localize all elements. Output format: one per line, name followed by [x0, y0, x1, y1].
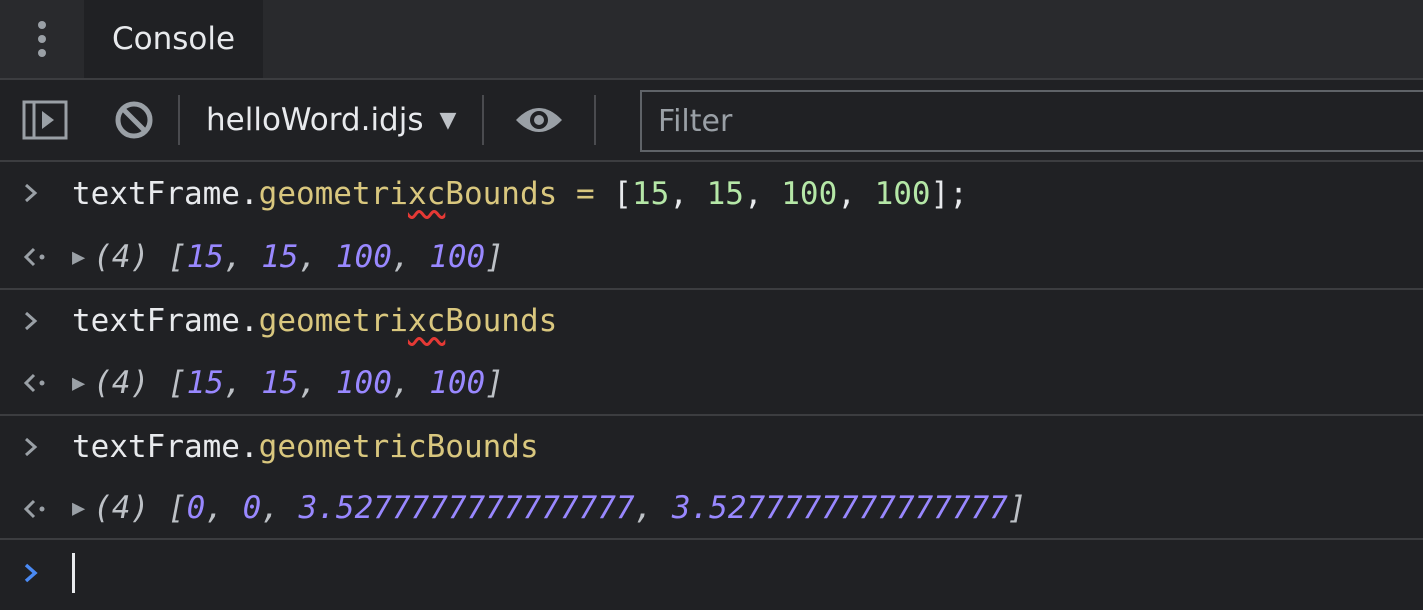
spelling-error-squiggle: xc — [407, 176, 446, 212]
console-result-line: ▶ (4) [15, 15, 100, 100] — [0, 226, 1423, 290]
console-messages: textFrame. geometri xc Bounds = [15, 15, 10… — [0, 162, 1423, 606]
clear-console-icon[interactable] — [90, 100, 178, 140]
filter-input[interactable] — [656, 102, 1423, 140]
kebab-menu-icon[interactable] — [0, 0, 84, 78]
tab-console[interactable]: Console — [84, 0, 264, 78]
console-prompt[interactable] — [0, 540, 1423, 606]
filter-box — [640, 90, 1423, 152]
result-arrow-icon — [22, 352, 48, 414]
expand-triangle-icon[interactable]: ▶ — [72, 245, 85, 270]
input-prompt-icon — [22, 162, 40, 224]
context-selector[interactable]: helloWord.idjs ▼ — [180, 102, 482, 138]
toolbar-divider — [594, 95, 597, 145]
active-prompt-icon — [22, 540, 40, 606]
input-prompt-icon — [22, 290, 40, 352]
chevron-down-icon: ▼ — [439, 107, 457, 133]
input-prompt-icon — [22, 416, 40, 478]
expand-triangle-icon[interactable]: ▶ — [72, 496, 85, 521]
result-arrow-icon — [22, 478, 48, 540]
console-result-line: ▶ (4) [15, 15, 100, 100] — [0, 352, 1423, 416]
text-cursor — [72, 553, 75, 593]
result-arrow-icon — [22, 226, 48, 288]
live-expression-eye-icon[interactable] — [484, 104, 594, 136]
console-input-line: textFrame. geometri xc Bounds = [15, 15, 10… — [0, 162, 1423, 226]
expand-triangle-icon[interactable]: ▶ — [72, 371, 85, 396]
console-toolbar: helloWord.idjs ▼ — [0, 80, 1423, 162]
sidebar-toggle-icon[interactable] — [0, 100, 90, 140]
console-input-line: textFrame. geometricBounds — [0, 416, 1423, 478]
devtools-tab-bar: Console — [0, 0, 1423, 80]
tab-console-label: Console — [112, 21, 236, 57]
console-result-line: ▶ (4) [0, 0, 3.5277777777777777, 3.527777… — [0, 478, 1423, 540]
console-input-line: textFrame. geometri xc Bounds — [0, 290, 1423, 352]
spelling-error-squiggle: xc — [407, 303, 446, 339]
context-label: helloWord.idjs — [206, 102, 424, 138]
